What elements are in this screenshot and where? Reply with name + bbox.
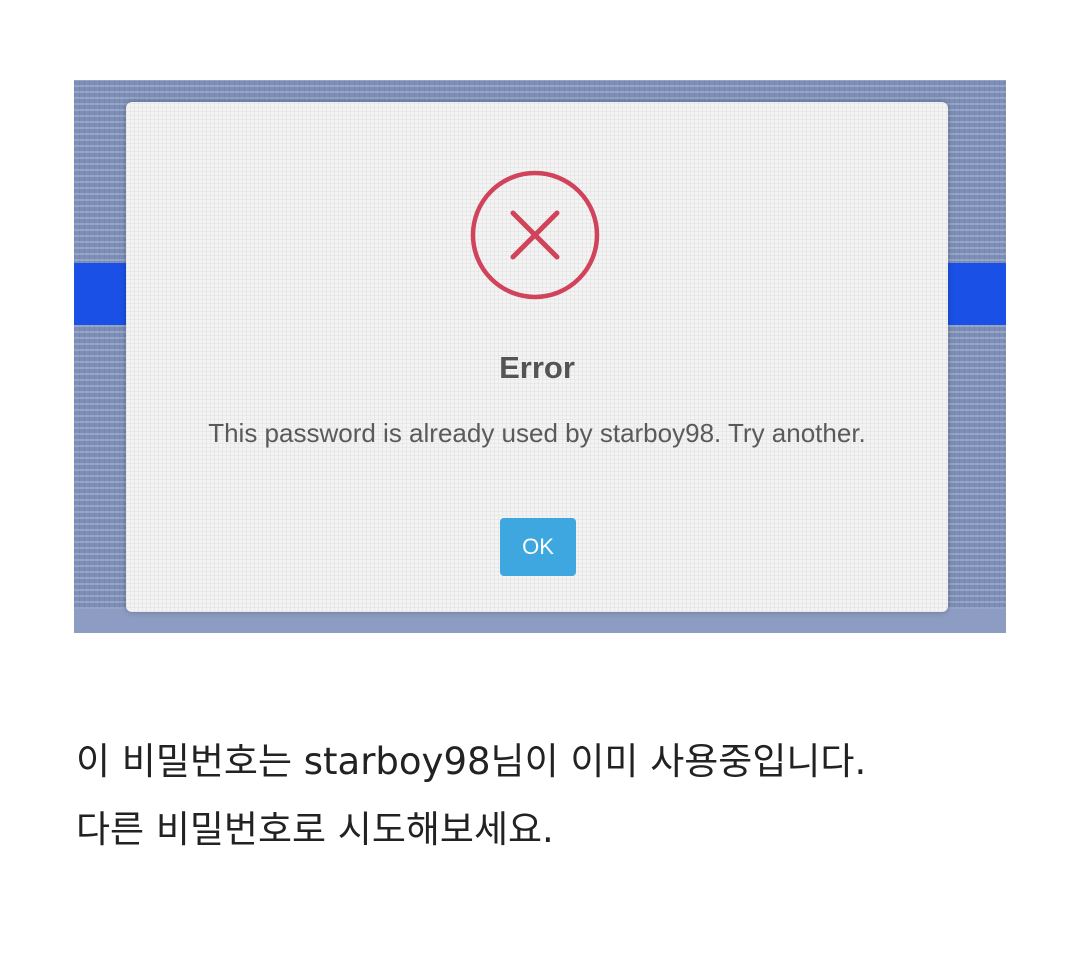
- background-blue-bar-left: [74, 263, 128, 325]
- caption-line-1: 이 비밀번호는 starboy98님이 이미 사용중입니다.: [76, 740, 867, 783]
- background-blue-bar-right: [948, 263, 1006, 325]
- caption-line-2: 다른 비밀번호로 시도해보세요.: [76, 808, 554, 851]
- caption: 이 비밀번호는 starboy98님이 이미 사용중입니다. 다른 비밀번호로 …: [76, 728, 1036, 864]
- screen-photo: Error This password is already used by s…: [74, 80, 1006, 633]
- error-dialog: Error This password is already used by s…: [126, 102, 948, 612]
- dialog-message: This password is already used by starboy…: [208, 418, 866, 448]
- background-bottom-band: [74, 609, 1006, 633]
- ok-button[interactable]: OK: [500, 518, 576, 576]
- dialog-title: Error: [499, 350, 575, 385]
- error-x-circle-icon: [468, 168, 602, 302]
